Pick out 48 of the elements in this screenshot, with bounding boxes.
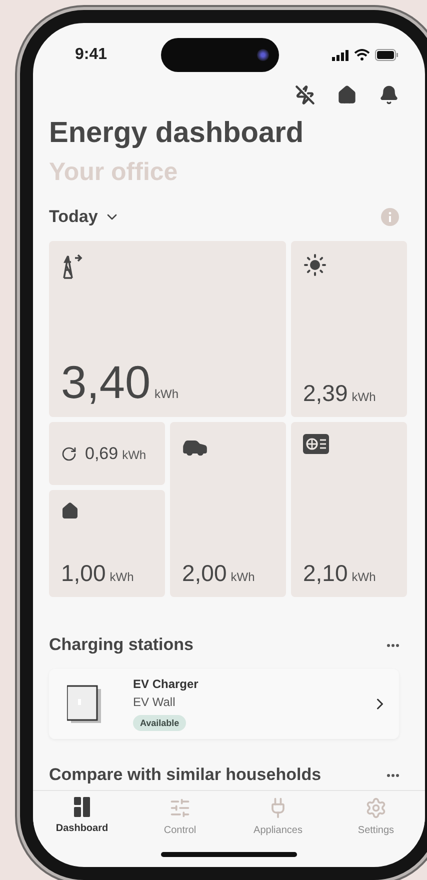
charger-card[interactable]: EV Charger EV Wall Available [49,669,399,739]
energy-unit: kWh [122,448,146,462]
energy-unit: kWh [230,570,255,584]
energy-value: 2,10 [303,562,348,585]
tab-bar-item[interactable]: Dashboard [33,797,131,836]
sun-icon [303,253,327,277]
energy-value: 0,69 [85,444,118,464]
more-icon [387,644,399,646]
dashboard-icon [74,797,90,817]
heat-pump-icon [303,434,329,454]
house-icon[interactable] [337,85,357,105]
energy-tile[interactable]: 3,40 kWh [49,241,286,417]
house-icon [61,502,79,520]
energy-unit: kWh [352,390,376,404]
lightning-off-icon[interactable] [295,85,315,105]
energy-tile[interactable]: 2,39 kWh [291,241,407,417]
sliders-icon [169,797,191,819]
charger-model: EV Wall [133,695,176,709]
wallbox-charger-drawing [67,684,103,724]
energy-value: 3,40 [61,359,151,405]
energy-value: 2,00 [182,562,227,585]
section-title: Charging stations [49,635,194,655]
rotate-arrow-icon [61,446,77,462]
signal-icon [332,50,349,60]
energy-tile[interactable]: 0,69 kWh [49,422,165,485]
power-pylon-icon [61,253,83,279]
bell-icon[interactable] [379,85,399,105]
energy-tile[interactable]: 2,00 kWh [170,422,286,597]
energy-unit: kWh [110,570,134,584]
energy-value: 1,00 [61,562,106,585]
wifi-icon [354,49,370,61]
energy-unit: kWh [352,570,376,584]
status-badge: Available [133,715,186,731]
energy-tile[interactable]: 1,00 kWh [49,490,165,597]
charger-name: EV Charger [133,677,200,691]
period-dropdown[interactable]: Today [49,207,120,227]
page-title: Energy dashboard [49,117,305,150]
settings-icon [365,797,387,819]
energy-unit: kWh [154,387,179,401]
battery-icon [375,49,399,61]
energy-value: 2,39 [303,382,348,405]
energy-tile[interactable]: 2,10 kWh [291,422,407,597]
more-button[interactable] [387,774,399,776]
status-time: 9:41 [75,46,108,64]
more-button[interactable] [387,644,399,646]
camera-lens [256,49,269,61]
section-title: Compare with similar households [49,765,322,785]
more-icon [387,774,399,776]
